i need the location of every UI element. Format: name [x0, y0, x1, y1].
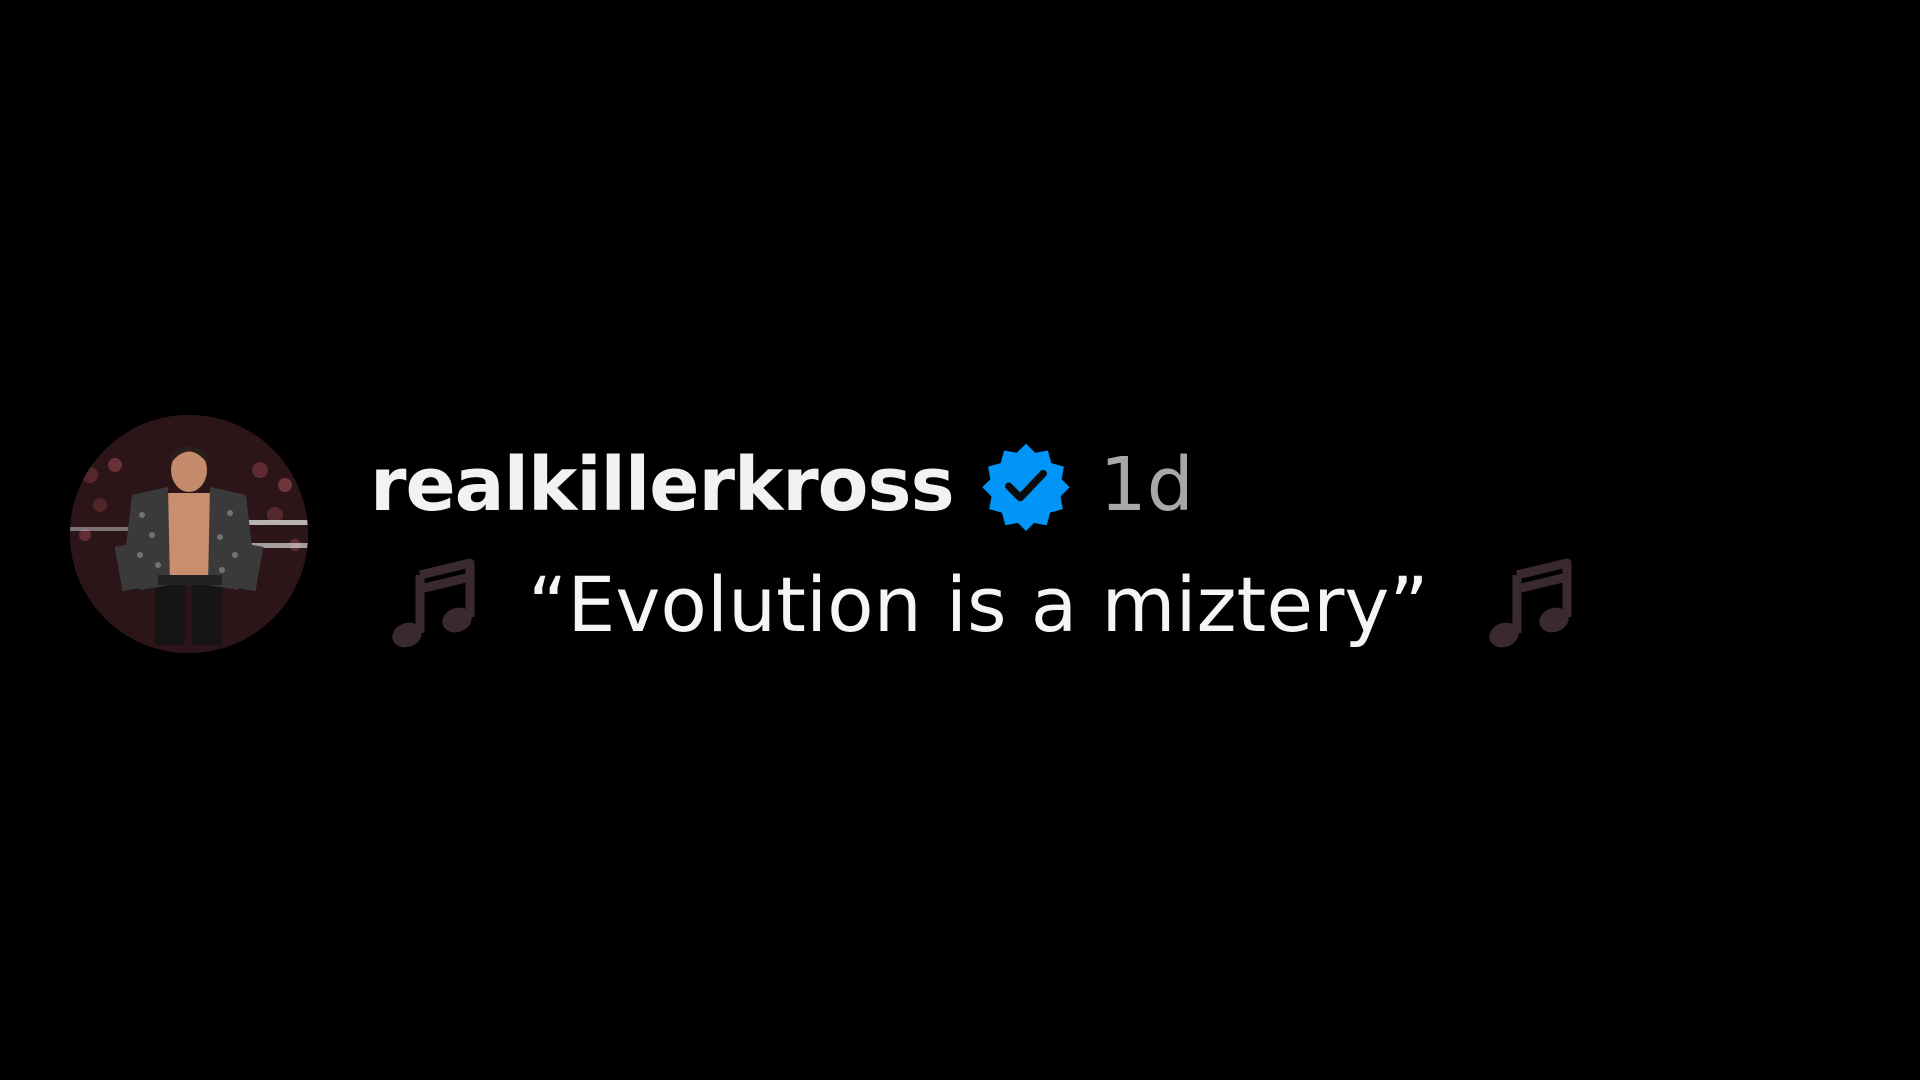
verified-badge-icon: [981, 443, 1070, 531]
avatar-image: [70, 415, 308, 653]
avatar[interactable]: [70, 415, 308, 653]
comment-header: realkillerkross 1d: [370, 435, 1577, 535]
username[interactable]: realkillerkross: [370, 448, 955, 522]
musical-notes-icon: [392, 558, 475, 648]
comment: realkillerkross 1d “Evolution is a mizte…: [70, 415, 1577, 655]
timestamp[interactable]: 1d: [1100, 448, 1194, 522]
comment-text: “Evolution is a miztery”: [528, 560, 1429, 649]
comment-text-row: “Evolution is a miztery”: [370, 555, 1577, 655]
comment-body: realkillerkross 1d “Evolution is a mizte…: [370, 435, 1577, 655]
musical-notes-icon: [1489, 558, 1572, 648]
